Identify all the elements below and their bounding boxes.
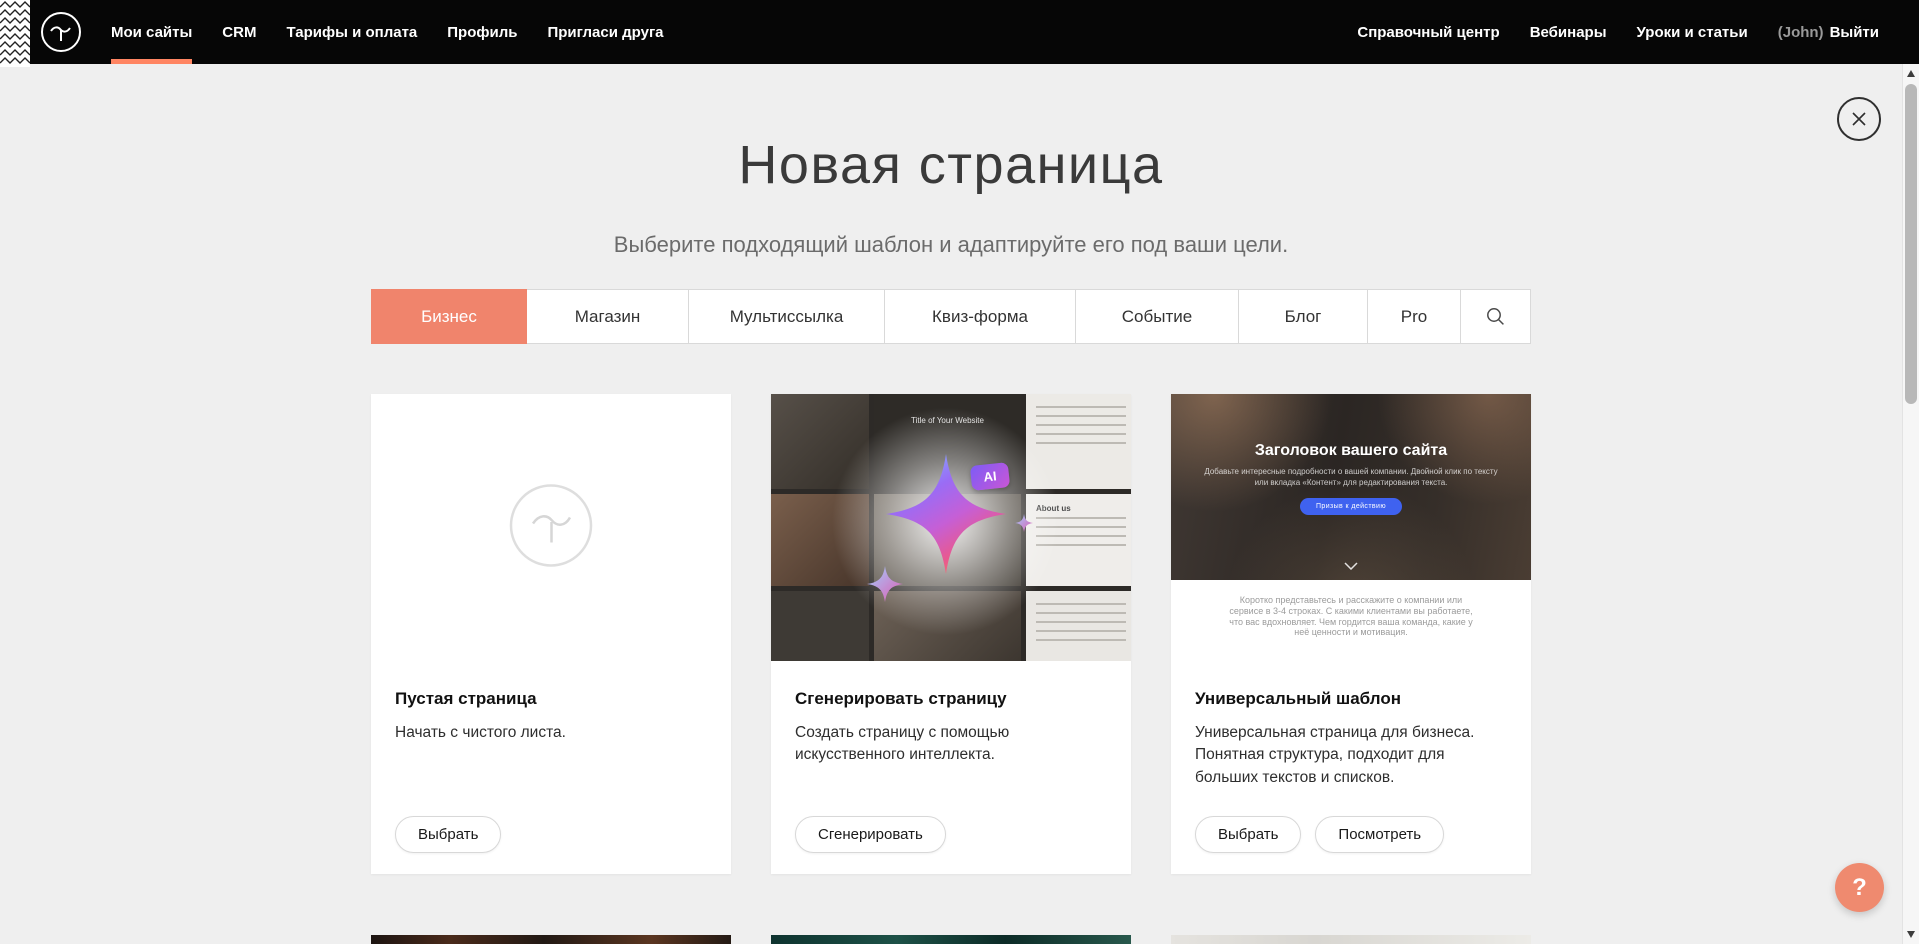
blank-preview <box>371 394 731 661</box>
scrollbar-thumb[interactable] <box>1905 84 1917 404</box>
template-category-tabs: Бизнес Магазин Мультиссылка Квиз-форма С… <box>371 289 1531 344</box>
app: Мои сайты CRM Тарифы и оплата Профиль Пр… <box>0 0 1919 944</box>
tab-blog[interactable]: Блог <box>1239 289 1368 344</box>
nav-logout[interactable]: (John) Выйти <box>1763 0 1879 64</box>
card-body: Универсальный шаблон Универсальная стран… <box>1171 661 1531 789</box>
nav-help-center[interactable]: Справочный центр <box>1342 0 1514 64</box>
page-subtitle: Выберите подходящий шаблон и адаптируйте… <box>0 232 1902 258</box>
card-description: Начать с чистого листа. <box>395 722 695 744</box>
template-card-partial[interactable] <box>771 935 1131 944</box>
tab-shop[interactable]: Магазин <box>527 289 689 344</box>
card-actions: Сгенерировать <box>795 816 946 853</box>
close-button[interactable] <box>1837 97 1881 141</box>
close-icon <box>1851 111 1867 127</box>
scrollbar[interactable] <box>1902 64 1919 944</box>
hero-subtext: Добавьте интересные подробности о вашей … <box>1201 467 1501 489</box>
template-grid: Пустая страница Начать с чистого листа. … <box>371 394 1531 874</box>
universal-hero: Заголовок вашего сайта Добавьте интересн… <box>1171 394 1531 580</box>
nav-my-sites[interactable]: Мои сайты <box>96 0 207 64</box>
template-card-ai-generate[interactable]: Title of Your Website About us <box>771 394 1131 874</box>
user-name: (John) <box>1778 24 1824 41</box>
ai-badge: AI <box>970 462 1010 491</box>
zigzag-decoration-icon <box>0 0 30 67</box>
tilda-logo[interactable] <box>40 11 82 53</box>
card-body: Пустая страница Начать с чистого листа. <box>371 661 731 744</box>
page-title: Новая страница <box>0 138 1902 192</box>
blank-choose-button[interactable]: Выбрать <box>395 816 501 853</box>
nav-lessons[interactable]: Уроки и статьи <box>1622 0 1763 64</box>
nav-invite-friend[interactable]: Пригласи друга <box>532 0 678 64</box>
chevron-down-icon <box>1344 557 1358 575</box>
ai-sparkle-tiny-icon <box>1015 514 1033 532</box>
tab-quiz[interactable]: Квиз-форма <box>885 289 1076 344</box>
card-body: Сгенерировать страницу Создать страницу … <box>771 661 1131 767</box>
template-card-partial[interactable] <box>371 935 731 944</box>
secondary-nav: Справочный центр Вебинары Уроки и статьи… <box>1342 0 1879 64</box>
template-grid-row2 <box>371 935 1531 944</box>
universal-preview-button[interactable]: Посмотреть <box>1315 816 1444 853</box>
hero-heading: Заголовок вашего сайта <box>1255 442 1447 460</box>
card-title: Пустая страница <box>395 689 707 709</box>
card-description: Универсальная страница для бизнеса. Поня… <box>1195 722 1495 789</box>
nav-webinars[interactable]: Вебинары <box>1515 0 1622 64</box>
preview-body-text: Коротко представьтесь и расскажите о ком… <box>1225 595 1477 638</box>
card-title: Универсальный шаблон <box>1195 689 1507 709</box>
card-actions: Выбрать Посмотреть <box>1195 816 1444 853</box>
help-button[interactable]: ? <box>1835 863 1884 912</box>
ai-preview: Title of Your Website About us <box>771 394 1131 661</box>
template-card-blank[interactable]: Пустая страница Начать с чистого листа. … <box>371 394 731 874</box>
nav-profile[interactable]: Профиль <box>432 0 532 64</box>
template-card-universal[interactable]: Заголовок вашего сайта Добавьте интересн… <box>1171 394 1531 874</box>
tab-multilink[interactable]: Мультиссылка <box>689 289 885 344</box>
nav-crm[interactable]: CRM <box>207 0 271 64</box>
tilda-watermark-icon <box>508 482 594 573</box>
nav-tariffs[interactable]: Тарифы и оплата <box>271 0 432 64</box>
top-navbar: Мои сайты CRM Тарифы и оплата Профиль Пр… <box>0 0 1919 64</box>
main-content: Новая страница Выберите подходящий шабло… <box>0 64 1902 944</box>
tab-pro[interactable]: Pro <box>1368 289 1461 344</box>
logout-label: Выйти <box>1830 24 1879 41</box>
universal-choose-button[interactable]: Выбрать <box>1195 816 1301 853</box>
tab-search[interactable] <box>1461 289 1531 344</box>
template-card-partial[interactable] <box>1171 935 1531 944</box>
main-nav: Мои сайты CRM Тарифы и оплата Профиль Пр… <box>96 0 679 64</box>
ai-sparkle-small-icon <box>867 566 903 602</box>
search-icon <box>1486 307 1505 326</box>
scrollbar-up-arrow-icon[interactable] <box>1907 70 1915 77</box>
hero-cta-button: Призыв к действию <box>1300 498 1402 515</box>
scrollbar-down-arrow-icon[interactable] <box>1907 931 1915 938</box>
tab-event[interactable]: Событие <box>1076 289 1239 344</box>
card-title: Сгенерировать страницу <box>795 689 1107 709</box>
universal-preview: Заголовок вашего сайта Добавьте интересн… <box>1171 394 1531 661</box>
ai-generate-button[interactable]: Сгенерировать <box>795 816 946 853</box>
card-actions: Выбрать <box>395 816 501 853</box>
tab-business[interactable]: Бизнес <box>371 289 527 344</box>
card-description: Создать страницу с помощью искусственног… <box>795 722 1095 767</box>
